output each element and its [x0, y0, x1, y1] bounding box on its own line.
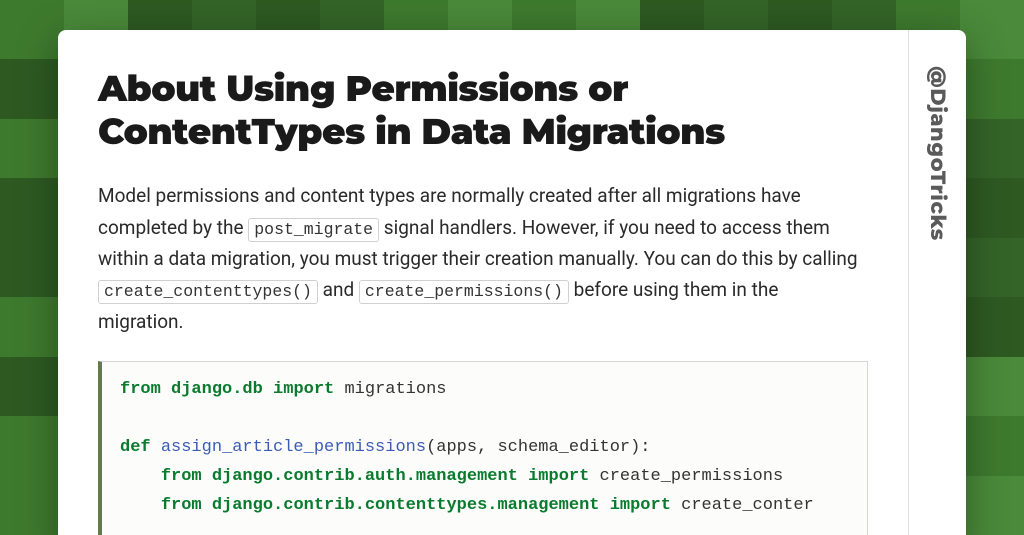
- code-kw-import: import: [610, 496, 671, 515]
- code-module: django.contrib.auth.management: [212, 467, 518, 486]
- code-kw-from: from: [120, 380, 161, 399]
- code-module: django.contrib.contenttypes.management: [212, 496, 600, 515]
- inline-code-create-contenttypes: create_contenttypes(): [98, 280, 318, 304]
- article-title: About Using Permissions or ContentTypes …: [98, 68, 868, 154]
- author-handle: @DjangoTricks: [925, 66, 950, 241]
- code-module: django.db: [171, 380, 263, 399]
- inline-code-create-permissions: create_permissions(): [359, 280, 569, 304]
- code-kw-from: from: [161, 496, 202, 515]
- code-kw-import: import: [528, 467, 589, 486]
- code-kw-from: from: [161, 467, 202, 486]
- code-ident: migrations: [344, 380, 446, 399]
- sidebar: @DjangoTricks: [908, 30, 966, 535]
- article-body: Model permissions and content types are …: [98, 180, 868, 337]
- inline-code-post-migrate: post_migrate: [248, 218, 379, 242]
- body-text-3: and: [318, 278, 359, 301]
- code-ident: create_conter: [681, 496, 814, 515]
- code-kw-def: def: [120, 438, 151, 457]
- code-ident: create_permissions: [600, 467, 784, 486]
- article-main: About Using Permissions or ContentTypes …: [58, 30, 908, 535]
- code-kw-import: import: [273, 380, 334, 399]
- code-args: (apps, schema_editor):: [426, 438, 650, 457]
- code-fn-name: assign_article_permissions: [161, 438, 426, 457]
- article-card: About Using Permissions or ContentTypes …: [58, 30, 966, 535]
- code-block: from django.db import migrations def ass…: [98, 361, 868, 535]
